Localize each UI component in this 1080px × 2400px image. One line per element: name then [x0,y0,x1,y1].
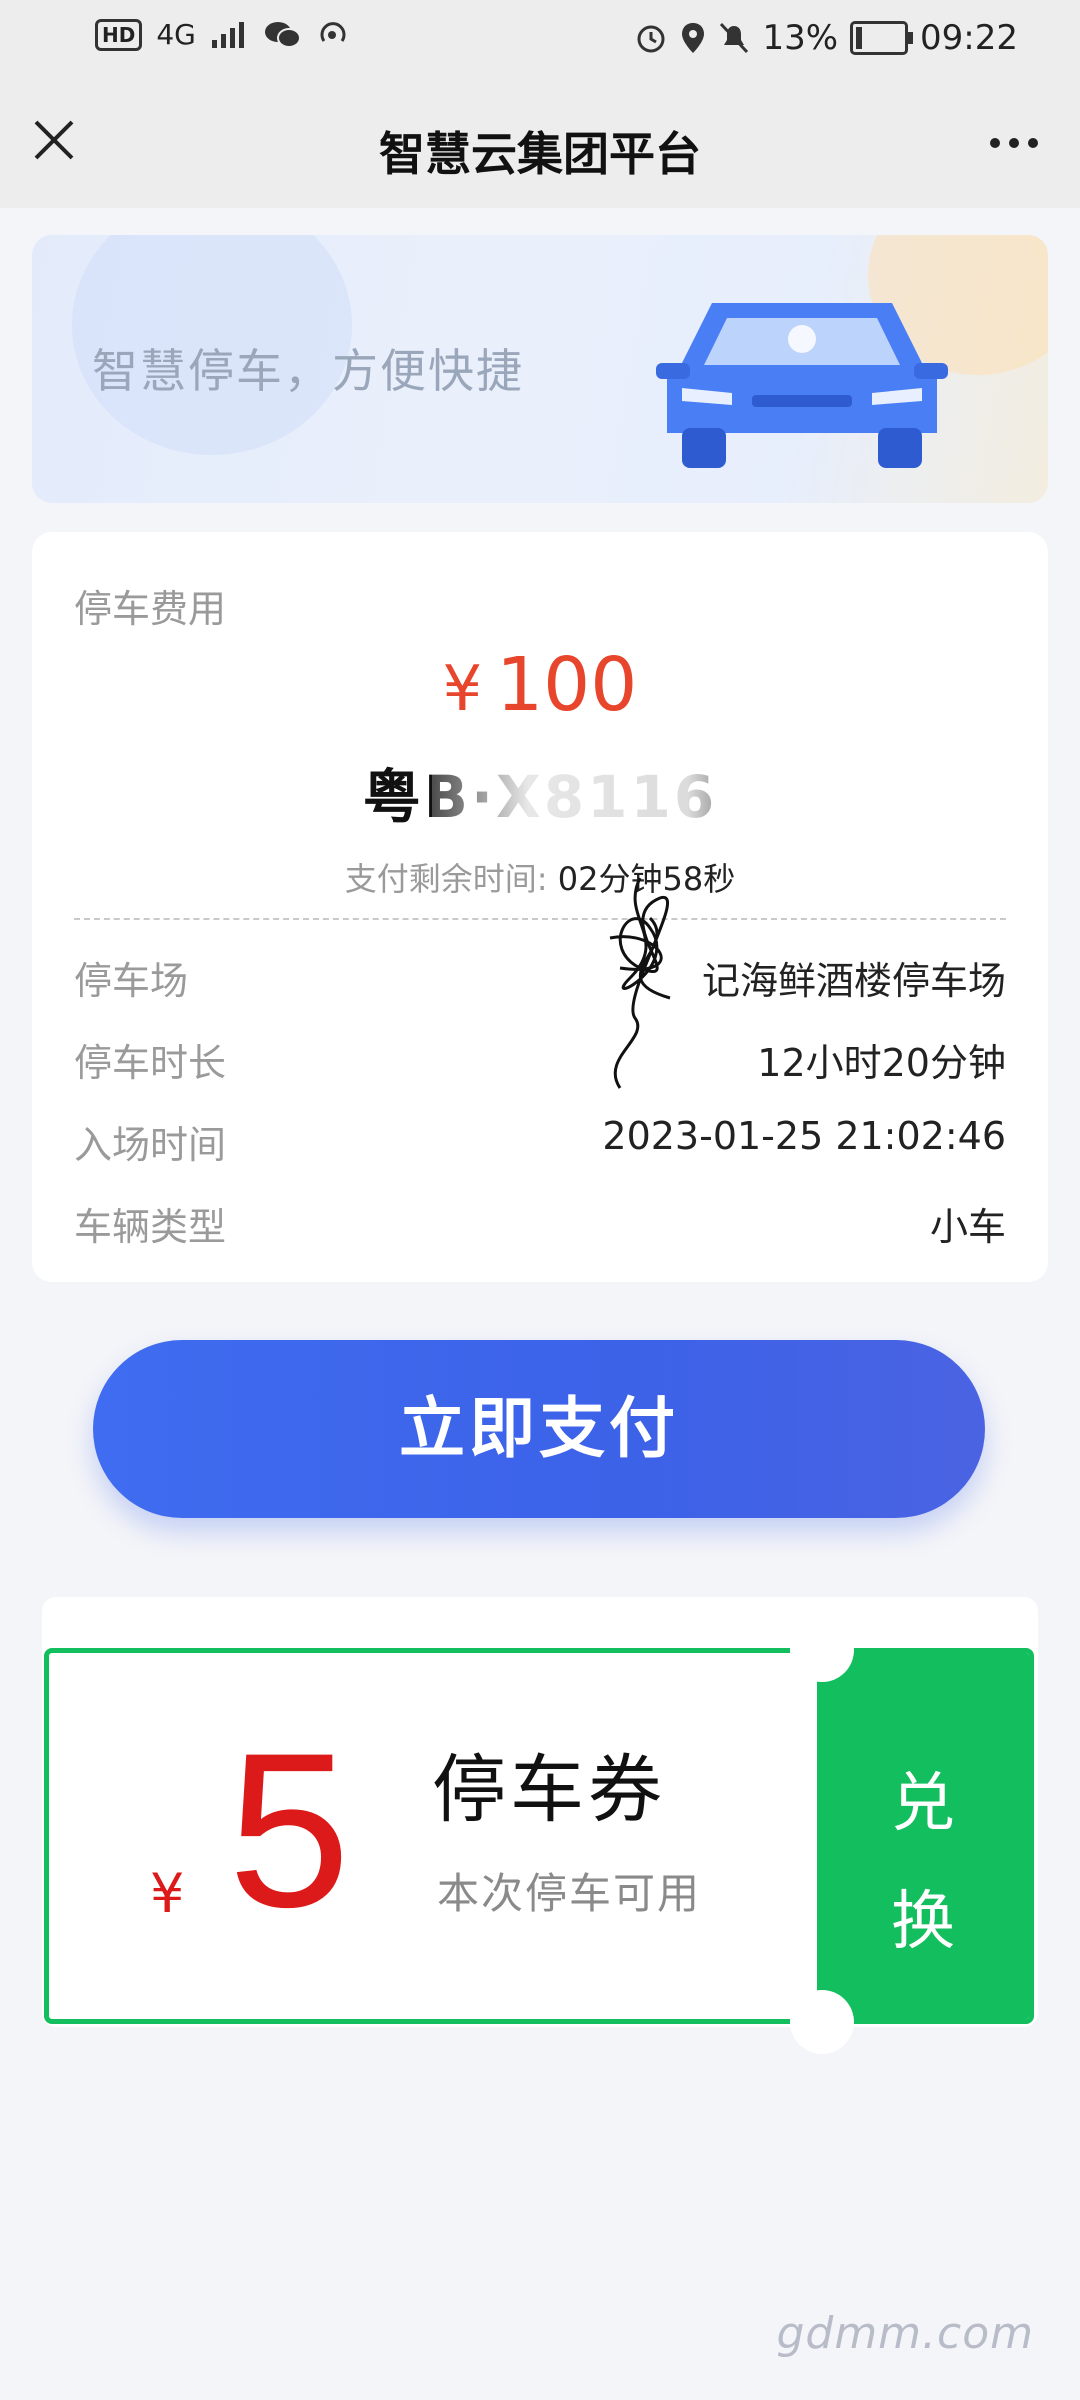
info-row-lot: 停车场 记海鲜酒楼停车场 [74,950,1006,1010]
info-row-entry-time: 入场时间 2023-01-25 21:02:46 [74,1114,1006,1174]
status-left: HD 4G [95,18,352,51]
coupon-currency: ¥ [150,1862,185,1925]
row-label: 车辆类型 [74,1205,227,1249]
info-row-duration: 停车时长 12小时20分钟 [74,1032,1006,1092]
signal-icon [211,21,244,48]
banner: 智慧停车，方便快捷 [32,235,1048,503]
watermark: gdmm.com [776,2308,1034,2359]
pay-now-button[interactable]: 立即支付 [93,1340,985,1518]
clock: 09:22 [920,18,1018,58]
coupon-notch [790,1618,854,1682]
fee-card: 停车费用 ¥100 粤B·X8116 支付剩余时间: 02分钟58秒 停车场 记… [32,532,1048,1282]
coupon-desc: 本次停车可用 [437,1869,702,1918]
fee-value: 100 [496,642,638,728]
battery-icon [850,21,914,55]
info-row-vehicle-type: 车辆类型 小车 [74,1196,1006,1256]
row-value: 12小时20分钟 [757,1041,1006,1085]
row-value: 2023-01-25 21:02:46 [602,1114,1006,1158]
coupon-name: 停车券 [432,1747,666,1833]
scribble-redaction [609,877,671,1089]
battery-percent: 13% [762,18,839,58]
wechat-icon [264,21,301,48]
car-icon [656,303,948,468]
page-title: 智慧云集团平台 [379,127,701,181]
dashed-divider [74,918,1006,920]
remaining-label: 支付剩余时间: [344,860,548,898]
location-icon [682,23,705,53]
coupon-value: 5 [228,1707,351,1953]
currency-symbol: ¥ [442,652,483,725]
coupon-notch [790,1990,854,2054]
redeem-button[interactable]: 兑换 [817,1653,1029,2019]
remaining-time: 支付剩余时间: 02分钟58秒 [32,854,1048,900]
row-value: 记海鲜酒楼停车场 [701,959,1006,1003]
hotspot-icon [320,21,346,42]
fee-label: 停车费用 [74,587,227,631]
fee-amount: ¥100 [32,642,1048,728]
status-bar: HD 4G 13% 09:22 [0,0,1080,80]
more-icon[interactable] [990,138,1038,148]
plate-mask [432,762,752,832]
hd-icon: HD [95,18,143,51]
alarm-icon [637,25,665,53]
row-label: 停车场 [74,959,189,1003]
mute-icon [720,22,749,54]
row-value: 小车 [929,1205,1006,1249]
banner-slogan: 智慧停车，方便快捷 [92,344,524,398]
network-label: 4G [156,18,196,51]
row-label: 入场时间 [74,1123,227,1167]
redeem-label: 兑换 [891,1767,955,1959]
nav-bar: 智慧云集团平台 [0,80,1080,208]
row-label: 停车时长 [74,1041,227,1085]
status-right: 13% 09:22 [634,18,1018,58]
